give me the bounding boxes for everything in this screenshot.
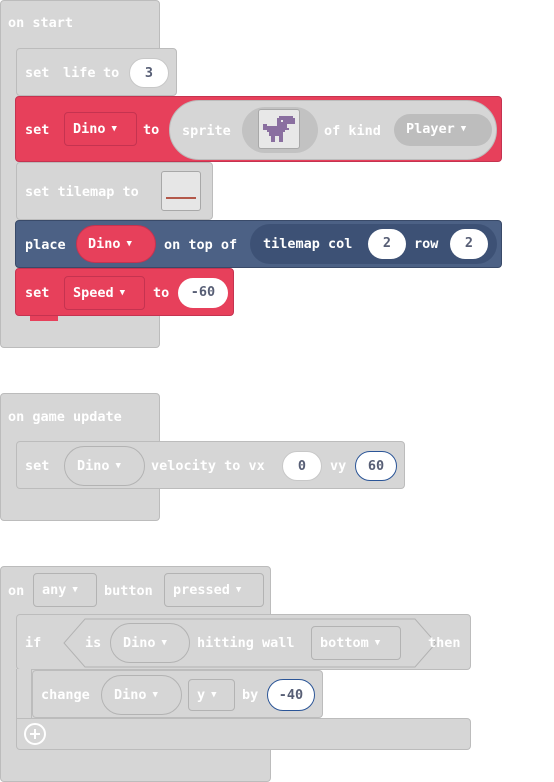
dropdown-arrow-icon: ▼ [126,239,132,249]
if-then-block[interactable]: if is Dino ▼ hitting wall bottom ▼ then [16,614,471,670]
life-value-input[interactable]: 3 [129,58,169,88]
on-start-label: on start [8,15,74,31]
is-keyword: is [85,635,102,651]
col-value-input[interactable]: 2 [368,229,406,259]
button-which-dropdown[interactable]: any ▼ [33,573,97,607]
set-dino-sprite-block[interactable]: set Dino ▼ to sprite of kind Player ▼ [15,96,502,162]
set-tilemap-block[interactable]: set tilemap to [16,162,213,220]
on-button-hat: on any ▼ button pressed ▼ [0,566,271,614]
vy-value-input[interactable]: 60 [355,451,397,481]
set-speed-block[interactable]: set Speed ▼ to -60 [15,268,234,316]
by-keyword: by [242,687,259,703]
set-tilemap-label: set tilemap to [25,184,139,200]
speed-value-input[interactable]: -60 [178,278,228,308]
if-keyword: if [25,635,42,651]
change-keyword: change [41,687,90,703]
is-hitting-wall-condition[interactable]: is Dino ▼ hitting wall bottom ▼ [63,618,437,668]
on-game-update-label: on game update [8,409,122,425]
dino-variable-label: Dino [73,121,106,137]
row-value-input[interactable]: 2 [450,229,488,259]
event-label: pressed [173,582,230,598]
change-value-input[interactable]: -40 [267,679,315,711]
row-keyword: row [414,236,439,252]
dropdown-arrow-icon: ▼ [460,124,467,134]
wall-side-label: bottom [320,635,369,651]
dropdown-arrow-icon: ▼ [119,288,126,298]
dino-sprite-dropdown[interactable]: Dino ▼ [101,675,182,715]
set-life-block[interactable]: set life to 3 [16,48,177,96]
dino-sprite-dropdown[interactable]: Dino ▼ [110,623,190,663]
button-keyword: button [104,583,153,599]
dino-sprite-icon [263,116,295,142]
life-variable: life [63,65,96,81]
to-keyword: to [143,122,160,138]
dino-variable-dropdown[interactable]: Dino ▼ [64,112,137,146]
dino-label: Dino [88,236,121,252]
vy-keyword: vy [330,458,347,474]
to-keyword: to [103,65,120,81]
then-keyword: then [428,635,461,651]
property-dropdown[interactable]: y ▼ [188,679,235,711]
kind-label: Player [406,121,455,137]
add-plus-icon[interactable] [24,723,46,745]
tilemap-col-row-reporter[interactable]: tilemap col 2 row 2 [250,224,497,264]
to-keyword: to [153,285,170,301]
block-notch [30,316,58,321]
tilemap-col-keyword: tilemap col [263,236,353,252]
wall-side-dropdown[interactable]: bottom ▼ [311,626,401,660]
button-event-dropdown[interactable]: pressed ▼ [164,573,264,607]
tilemap-line [166,197,196,199]
dropdown-arrow-icon: ▼ [211,690,217,700]
speed-variable-label: Speed [73,285,114,301]
set-keyword: set [25,285,50,301]
dino-sprite-dropdown[interactable]: Dino ▼ [64,446,145,486]
sprite-thumbnail [258,109,300,149]
dropdown-arrow-icon: ▼ [161,638,167,648]
property-label: y [197,687,206,703]
on-keyword: on [8,583,25,599]
sprite-image-field[interactable] [242,107,318,153]
of-kind-keyword: of kind [324,123,381,139]
sprite-keyword: sprite [182,123,231,139]
dropdown-arrow-icon: ▼ [72,585,78,595]
dropdown-arrow-icon: ▼ [235,585,242,595]
which-label: any [42,582,67,598]
set-keyword: set [25,122,50,138]
dropdown-arrow-icon: ▼ [115,461,121,471]
change-sprite-y-block[interactable]: change Dino ▼ y ▼ by -40 [32,670,323,718]
dropdown-arrow-icon: ▼ [374,638,381,648]
dino-sprite-dropdown[interactable]: Dino ▼ [76,225,156,263]
on-start-hat: on start [0,0,160,48]
kind-dropdown[interactable]: Player ▼ [394,114,492,146]
if-block-arm [16,669,32,719]
dropdown-arrow-icon: ▼ [152,690,158,700]
speed-variable-dropdown[interactable]: Speed ▼ [64,276,145,310]
vx-value-input[interactable]: 0 [282,451,322,481]
dropdown-arrow-icon: ▼ [111,124,117,134]
dino-label: Dino [123,635,156,651]
set-keyword: set [25,65,50,81]
set-keyword: set [25,458,50,474]
tilemap-icon[interactable] [161,171,201,211]
place-on-top-block[interactable]: place Dino ▼ on top of tilemap col 2 row … [15,220,502,268]
on-game-update-hat: on game update [0,393,160,441]
set-velocity-block[interactable]: set Dino ▼ velocity to vx 0 vy 60 [16,441,405,489]
dino-label: Dino [114,687,147,703]
on-top-of-keyword: on top of [164,237,238,253]
hitting-wall-keyword: hitting wall [197,635,295,651]
sprite-of-kind-reporter[interactable]: sprite of kind Player ▼ [169,100,497,160]
velocity-to-vx-keyword: velocity to vx [151,458,265,474]
dino-label: Dino [77,458,110,474]
place-keyword: place [25,237,66,253]
if-block-footer [16,718,471,750]
